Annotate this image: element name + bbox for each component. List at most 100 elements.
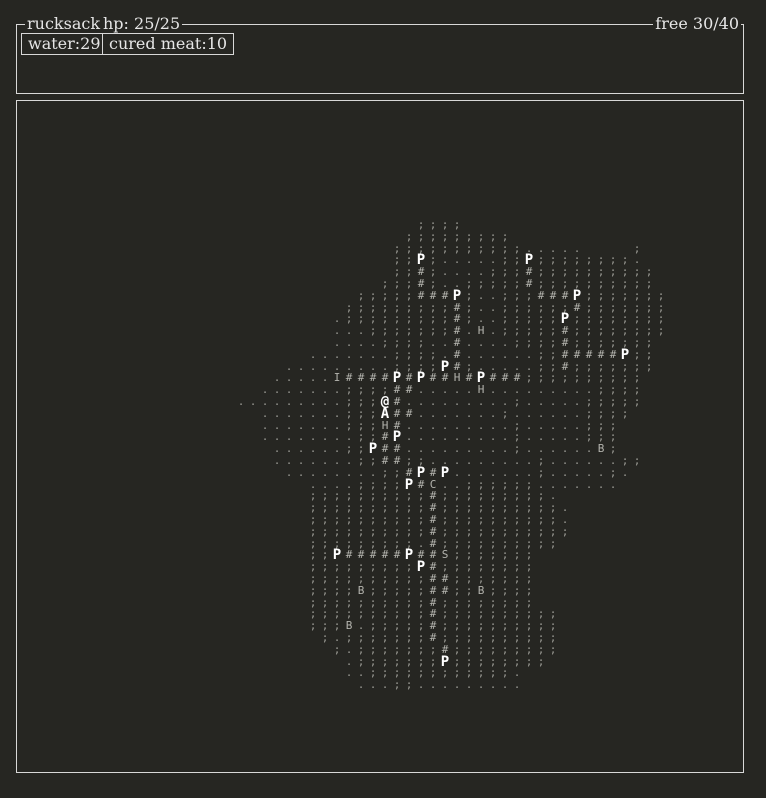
tile-field: . <box>381 678 389 692</box>
tile-field: . <box>333 347 341 361</box>
tile-forest: ; <box>405 583 413 597</box>
tile-road: # <box>573 347 581 361</box>
tile-forest: ; <box>357 524 365 538</box>
tile-forest: ; <box>537 465 545 479</box>
tile-forest: ; <box>369 524 377 538</box>
tile-forest: ; <box>369 288 377 302</box>
tile-field: . <box>549 465 557 479</box>
tile-forest: ; <box>309 619 317 633</box>
tile-forest: ; <box>441 229 449 243</box>
tile-forest: ; <box>525 288 533 302</box>
tile-forest: ; <box>537 642 545 656</box>
item-cured-meat[interactable]: cured meat:10 <box>102 33 235 55</box>
tile-outpost: P <box>620 346 630 363</box>
tile-road: # <box>609 347 617 361</box>
tile-forest: ; <box>525 524 533 538</box>
tile-forest: ; <box>513 642 521 656</box>
tile-forest: ; <box>633 347 641 361</box>
tile-field: . <box>477 678 485 692</box>
tile-forest: ; <box>621 406 629 420</box>
tile-forest: ; <box>465 642 473 656</box>
tile-forest: ; <box>477 524 485 538</box>
tile-field: . <box>453 678 461 692</box>
tile-forest: ; <box>333 583 341 597</box>
tile-field: . <box>465 347 473 361</box>
tile-road: # <box>429 288 437 302</box>
tile-forest: ; <box>633 395 641 408</box>
tile-forest: ; <box>393 288 401 302</box>
tile-forest: ; <box>345 406 353 420</box>
tile-battlefield: B <box>477 583 485 597</box>
tile-field: . <box>609 477 617 491</box>
tile-field: . <box>501 678 509 692</box>
tile-road: # <box>393 406 401 420</box>
tile-forest: ; <box>429 229 437 243</box>
tile-field: . <box>369 347 377 361</box>
tile-field: . <box>597 477 605 491</box>
tile-field: . <box>573 406 581 420</box>
tile-forest: ; <box>633 454 641 467</box>
tile-field: . <box>273 406 281 420</box>
tile-forest: ; <box>393 524 401 538</box>
item-water[interactable]: water:29 <box>21 33 108 55</box>
tile-field: . <box>417 678 425 692</box>
tile-field: . <box>477 406 485 420</box>
tile-field: . <box>465 465 473 479</box>
tile-forest: ; <box>537 654 545 668</box>
tile-field: . <box>525 347 533 361</box>
tile-field: . <box>297 406 305 420</box>
tile-field: . <box>357 347 365 361</box>
tile-forest: ; <box>333 642 341 656</box>
tile-field: . <box>513 406 521 420</box>
tile-road: # <box>537 288 545 302</box>
tile-field: . <box>345 465 353 479</box>
tile-field: . <box>489 406 497 420</box>
tile-field: . <box>417 406 425 420</box>
tile-field: . <box>369 465 377 479</box>
tile-forest: ; <box>381 583 389 597</box>
rucksack-panel: rucksack hp: 25/25 free 30/40 water:29 c… <box>16 13 744 94</box>
tile-forest: ; <box>585 406 593 420</box>
map-panel: ;;;;;;;;;;;;;;;;;;;;;;;;.....;;; P;.....;… <box>16 100 744 773</box>
tile-field: . <box>597 465 605 479</box>
world-map-grid[interactable]: ;;;;;;;;;;;;;;;;;;;;;;;;.....;;; P;.....;… <box>17 101 743 772</box>
tile-forest: ; <box>429 642 437 656</box>
tile-field: . <box>585 465 593 479</box>
tile-field: . <box>309 406 317 420</box>
tile-field: . <box>489 678 497 692</box>
rucksack-title: rucksack <box>25 13 103 35</box>
tile-forest: ; <box>441 524 449 538</box>
tile-field: . <box>477 347 485 361</box>
tile-forest: ; <box>513 524 521 538</box>
tile-field: . <box>249 395 257 408</box>
tile-field: . <box>573 465 581 479</box>
tile-forest: ; <box>561 524 569 538</box>
tile-field: . <box>561 465 569 479</box>
tile-field: . <box>357 678 365 692</box>
tile-field: . <box>333 465 341 479</box>
tile-forest: ; <box>333 524 341 538</box>
tile-field: . <box>429 678 437 692</box>
tile-forest: ; <box>525 583 533 597</box>
tile-forest: ; <box>489 524 497 538</box>
tile-field: . <box>285 465 293 479</box>
tile-forest: ; <box>453 524 461 538</box>
tile-forest: ; <box>549 536 557 550</box>
tile-forest: ; <box>393 583 401 597</box>
tile-forest: ; <box>309 583 317 597</box>
tile-field: . <box>441 406 449 420</box>
tile-field: . <box>285 406 293 420</box>
tile-field: . <box>513 678 521 692</box>
tile-forest: ; <box>369 583 377 597</box>
tile-field: . <box>489 347 497 361</box>
tile-field: . <box>525 465 533 479</box>
tile-field: . <box>237 395 245 408</box>
tile-road: # <box>453 347 461 361</box>
tile-forest: ; <box>417 229 425 243</box>
tile-field: . <box>513 347 521 361</box>
tile-forest: ; <box>357 288 365 302</box>
tile-field: . <box>381 347 389 361</box>
tile-field: . <box>309 347 317 361</box>
tile-road: # <box>405 406 413 420</box>
tile-forest: ; <box>345 583 353 597</box>
